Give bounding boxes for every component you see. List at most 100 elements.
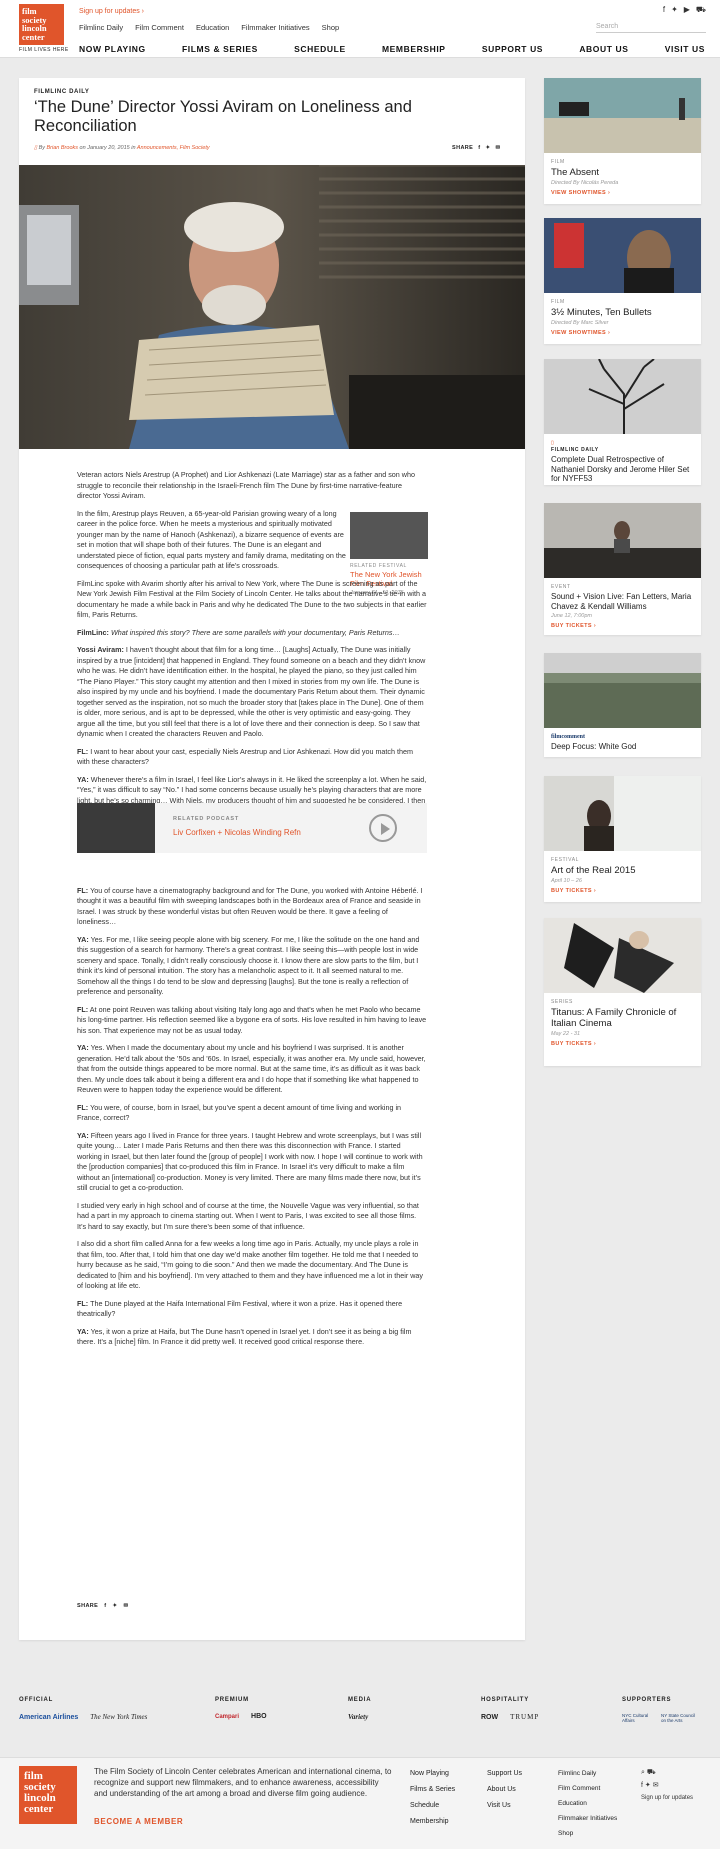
play-icon[interactable]	[369, 814, 397, 842]
top-nav: Filmlinc Daily Film Comment Education Fi…	[79, 23, 339, 32]
twitter-icon[interactable]: ✦	[671, 5, 678, 15]
footer-link[interactable]: About Us	[487, 1782, 522, 1798]
nysca-logo[interactable]: NY State Council on the Arts	[661, 1713, 701, 1723]
become-member-link[interactable]: BECOME A MEMBER	[94, 1817, 183, 1826]
hbo-logo[interactable]: HBO	[251, 1713, 267, 1720]
sponsors-hospitality: HOSPITALITY ROW TRUMP	[481, 1697, 540, 1721]
buy-tickets-link[interactable]: BUY TICKETS ›	[551, 623, 701, 629]
trump-logo[interactable]: TRUMP	[510, 1713, 539, 1721]
cart-icon[interactable]: ⛟	[696, 5, 706, 15]
view-showtimes-link[interactable]: VIEW SHOWTIMES ›	[551, 330, 701, 336]
email-icon[interactable]: ✉	[496, 145, 501, 151]
footer-link[interactable]: Education	[558, 1796, 617, 1811]
variety-logo[interactable]: Variety	[348, 1713, 368, 1721]
top-nav-filmmaker-initiatives[interactable]: Filmmaker Initiatives	[241, 23, 309, 32]
footer-link[interactable]: Now Playing	[410, 1766, 455, 1782]
footer-links-col1: Now Playing Films & Series Schedule Memb…	[410, 1766, 455, 1830]
sidebar-card-sound-vision[interactable]: EVENT Sound + Vision Live: Fan Letters, …	[544, 503, 701, 635]
podcast-title[interactable]: Liv Corfixen + Nicolas Winding Refn	[173, 828, 301, 837]
facebook-icon[interactable]: f	[104, 1603, 106, 1609]
nav-now-playing[interactable]: NOW PLAYING	[79, 44, 146, 54]
top-nav-film-comment[interactable]: Film Comment	[135, 23, 184, 32]
sidebar-card-dorsky-hiler[interactable]: ▯ FILMLINC DAILY Complete Dual Retrospec…	[544, 359, 701, 485]
qa-question: FL: You were, of course, born in Israel,…	[77, 1102, 402, 1123]
footer-link[interactable]: Schedule	[410, 1798, 455, 1814]
row-logo[interactable]: ROW	[481, 1714, 498, 1721]
facebook-icon[interactable]: f	[478, 145, 480, 151]
card-image	[544, 653, 701, 728]
signup-link[interactable]: Sign up for updates ›	[79, 8, 144, 15]
sidebar-card-absent[interactable]: FILM The Absent Directed By Nicolás Pere…	[544, 78, 701, 204]
footer-link[interactable]: Film Comment	[558, 1781, 617, 1796]
podcast-thumbnail	[77, 803, 155, 853]
footer-link[interactable]: Visit Us	[487, 1798, 522, 1814]
main-nav: NOW PLAYING FILMS & SERIES SCHEDULE MEMB…	[79, 44, 705, 54]
paragraph: I also did a short film called Anna for …	[77, 1239, 423, 1290]
social-links: f ✦ ▶ ⛟	[663, 5, 706, 15]
nytimes-logo[interactable]: The New York Times	[90, 1713, 147, 1721]
buy-tickets-link[interactable]: BUY TICKETS ›	[551, 1041, 701, 1047]
sidebar-card-3-5-minutes[interactable]: FILM 3½ Minutes, Ten Bullets Directed By…	[544, 218, 701, 344]
sponsors-premium: PREMIUM Campari HBO	[215, 1697, 267, 1720]
site-footer: film society lincoln center The Film Soc…	[0, 1758, 720, 1849]
nav-films-series[interactable]: FILMS & SERIES	[182, 44, 258, 54]
facebook-icon[interactable]: f	[641, 1782, 643, 1789]
top-nav-shop[interactable]: Shop	[322, 23, 340, 32]
nav-support-us[interactable]: SUPPORT US	[482, 44, 543, 54]
qa-answer: YA: Yes. For me, I like seeing people al…	[77, 934, 420, 997]
site-logo[interactable]: film society lincoln center	[19, 4, 64, 45]
american-airlines-logo[interactable]: American Airlines	[19, 1714, 78, 1721]
card-title[interactable]: Complete Dual Retrospective of Nathaniel…	[551, 455, 694, 484]
card-title[interactable]: Art of the Real 2015	[551, 865, 694, 876]
footer-link[interactable]: Shop	[558, 1826, 617, 1841]
footer-link[interactable]: Support Us	[487, 1766, 522, 1782]
footer-signup-link[interactable]: Sign up for updates	[641, 1792, 693, 1805]
card-title[interactable]: 3½ Minutes, Ten Bullets	[551, 307, 694, 318]
related-podcast[interactable]: RELATED PODCAST Liv Corfixen + Nicolas W…	[77, 803, 427, 853]
email-icon[interactable]: ✉	[653, 1782, 659, 1789]
sidebar-card-titanus[interactable]: SERIES Titanus: A Family Chronicle of It…	[544, 918, 701, 1066]
chevron-right-icon: ›	[593, 1041, 597, 1047]
nav-schedule[interactable]: SCHEDULE	[294, 44, 346, 54]
buy-tickets-link[interactable]: BUY TICKETS ›	[551, 888, 701, 894]
paragraph: I studied very early in high school and …	[77, 1200, 419, 1231]
paragraph: Veteran actors Niels Arestrup (A Prophet…	[77, 470, 415, 500]
twitter-icon[interactable]: ✦	[113, 1603, 118, 1609]
footer-link[interactable]: Filmlinc Daily	[558, 1766, 617, 1781]
footer-links-col3: Filmlinc Daily Film Comment Education Fi…	[558, 1766, 617, 1841]
facebook-icon[interactable]: f	[663, 5, 665, 15]
footer-link[interactable]: Filmmaker Initiatives	[558, 1811, 617, 1826]
nav-about-us[interactable]: ABOUT US	[579, 44, 628, 54]
qa-answer: YA: Yes, it won a prize at Haifa, but Th…	[77, 1326, 412, 1347]
footer-link[interactable]: Films & Series	[410, 1782, 455, 1798]
nav-visit-us[interactable]: VISIT US	[665, 44, 705, 54]
author-link[interactable]: Brian Brooks	[47, 145, 79, 151]
chevron-right-icon: ›	[141, 8, 145, 15]
twitter-icon[interactable]: ✦	[486, 145, 491, 151]
nyc-cultural-affairs-logo[interactable]: NYC Cultural Affairs	[622, 1713, 656, 1723]
category-links[interactable]: Announcements, Film Society	[137, 145, 210, 151]
card-title[interactable]: Sound + Vision Live: Fan Letters, Maria …	[551, 592, 694, 611]
search-input[interactable]: Search	[596, 23, 706, 33]
twitter-icon[interactable]: ✦	[645, 1782, 651, 1789]
logo-line: center	[22, 31, 45, 42]
search-icon[interactable]: ⌕	[641, 1769, 645, 1776]
view-showtimes-link[interactable]: VIEW SHOWTIMES ›	[551, 190, 701, 196]
footer-link[interactable]: Membership	[410, 1814, 455, 1830]
campari-logo[interactable]: Campari	[215, 1714, 239, 1720]
sidebar-card-art-of-real[interactable]: FESTIVAL Art of the Real 2015 April 10 –…	[544, 776, 701, 902]
top-nav-education[interactable]: Education	[196, 23, 229, 32]
cart-icon[interactable]: ⛟	[647, 1769, 656, 1776]
card-title[interactable]: The Absent	[551, 167, 694, 178]
qa-question: FilmLinc: What inspired this story? Ther…	[77, 627, 400, 637]
nav-membership[interactable]: MEMBERSHIP	[382, 44, 446, 54]
article-body: Veteran actors Niels Arestrup (A Prophet…	[77, 470, 427, 1355]
card-title[interactable]: Deep Focus: White God	[551, 742, 694, 752]
youtube-icon[interactable]: ▶	[684, 5, 690, 15]
email-icon[interactable]: ✉	[124, 1603, 129, 1609]
qa-question: FL: At one point Reuven was talking abou…	[77, 1004, 427, 1035]
sidebar-card-white-god[interactable]: filmcomment Deep Focus: White God	[544, 653, 701, 757]
card-title[interactable]: Titanus: A Family Chronicle of Italian C…	[551, 1007, 694, 1029]
top-nav-filmlinc-daily[interactable]: Filmlinc Daily	[79, 23, 123, 32]
footer-logo[interactable]: film society lincoln center	[19, 1766, 77, 1824]
